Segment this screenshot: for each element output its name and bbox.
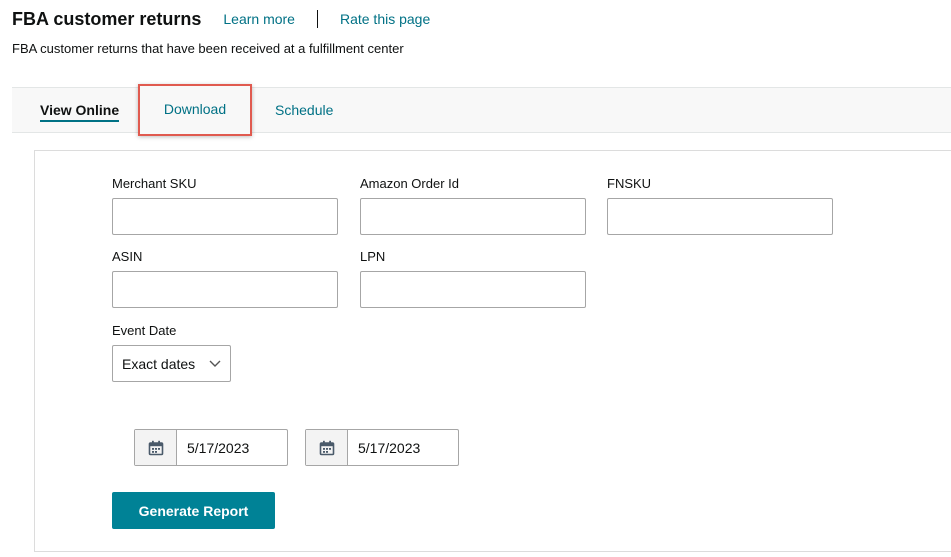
start-date-picker[interactable]: 5/17/2023 [134, 429, 288, 466]
generate-report-button[interactable]: Generate Report [112, 492, 275, 529]
tab-view-online[interactable]: View Online [40, 88, 120, 132]
fba-customer-returns-page: FBA customer returns Learn more Rate thi… [0, 0, 951, 557]
learn-more-link[interactable]: Learn more [223, 11, 295, 27]
calendar-icon [148, 440, 163, 455]
merchant-sku-input[interactable] [112, 198, 338, 235]
amazon-order-id-label: Amazon Order Id [360, 176, 459, 191]
tab-download[interactable]: Download [138, 84, 252, 136]
tab-schedule[interactable]: Schedule [275, 88, 333, 132]
end-date-value[interactable]: 5/17/2023 [348, 430, 458, 465]
chevron-down-icon [209, 360, 221, 367]
event-date-select[interactable]: Exact dates [112, 345, 231, 382]
start-date-value[interactable]: 5/17/2023 [177, 430, 287, 465]
lpn-input[interactable] [360, 271, 586, 308]
report-filter-form: Merchant SKU Amazon Order Id FNSKU ASIN … [34, 150, 951, 552]
fnsku-label: FNSKU [607, 176, 652, 191]
event-date-label: Event Date [112, 323, 177, 338]
asin-input[interactable] [112, 271, 338, 308]
amazon-order-id-input[interactable] [360, 198, 586, 235]
asin-label: ASIN [112, 249, 143, 264]
start-date-calendar-button[interactable] [135, 430, 177, 465]
rate-this-page-link[interactable]: Rate this page [340, 11, 430, 27]
lpn-label: LPN [360, 249, 386, 264]
report-tabs: View Online Download Schedule [12, 84, 951, 136]
event-date-selected-value: Exact dates [122, 355, 196, 372]
page-title: FBA customer returns [12, 8, 202, 29]
merchant-sku-label: Merchant SKU [112, 176, 197, 191]
header-divider [316, 10, 318, 28]
page-subtitle: FBA customer returns that have been rece… [12, 41, 404, 56]
end-date-picker[interactable]: 5/17/2023 [305, 429, 459, 466]
calendar-icon [319, 440, 334, 455]
header: FBA customer returns Learn more Rate thi… [12, 6, 430, 32]
fnsku-input[interactable] [607, 198, 833, 235]
end-date-calendar-button[interactable] [306, 430, 348, 465]
